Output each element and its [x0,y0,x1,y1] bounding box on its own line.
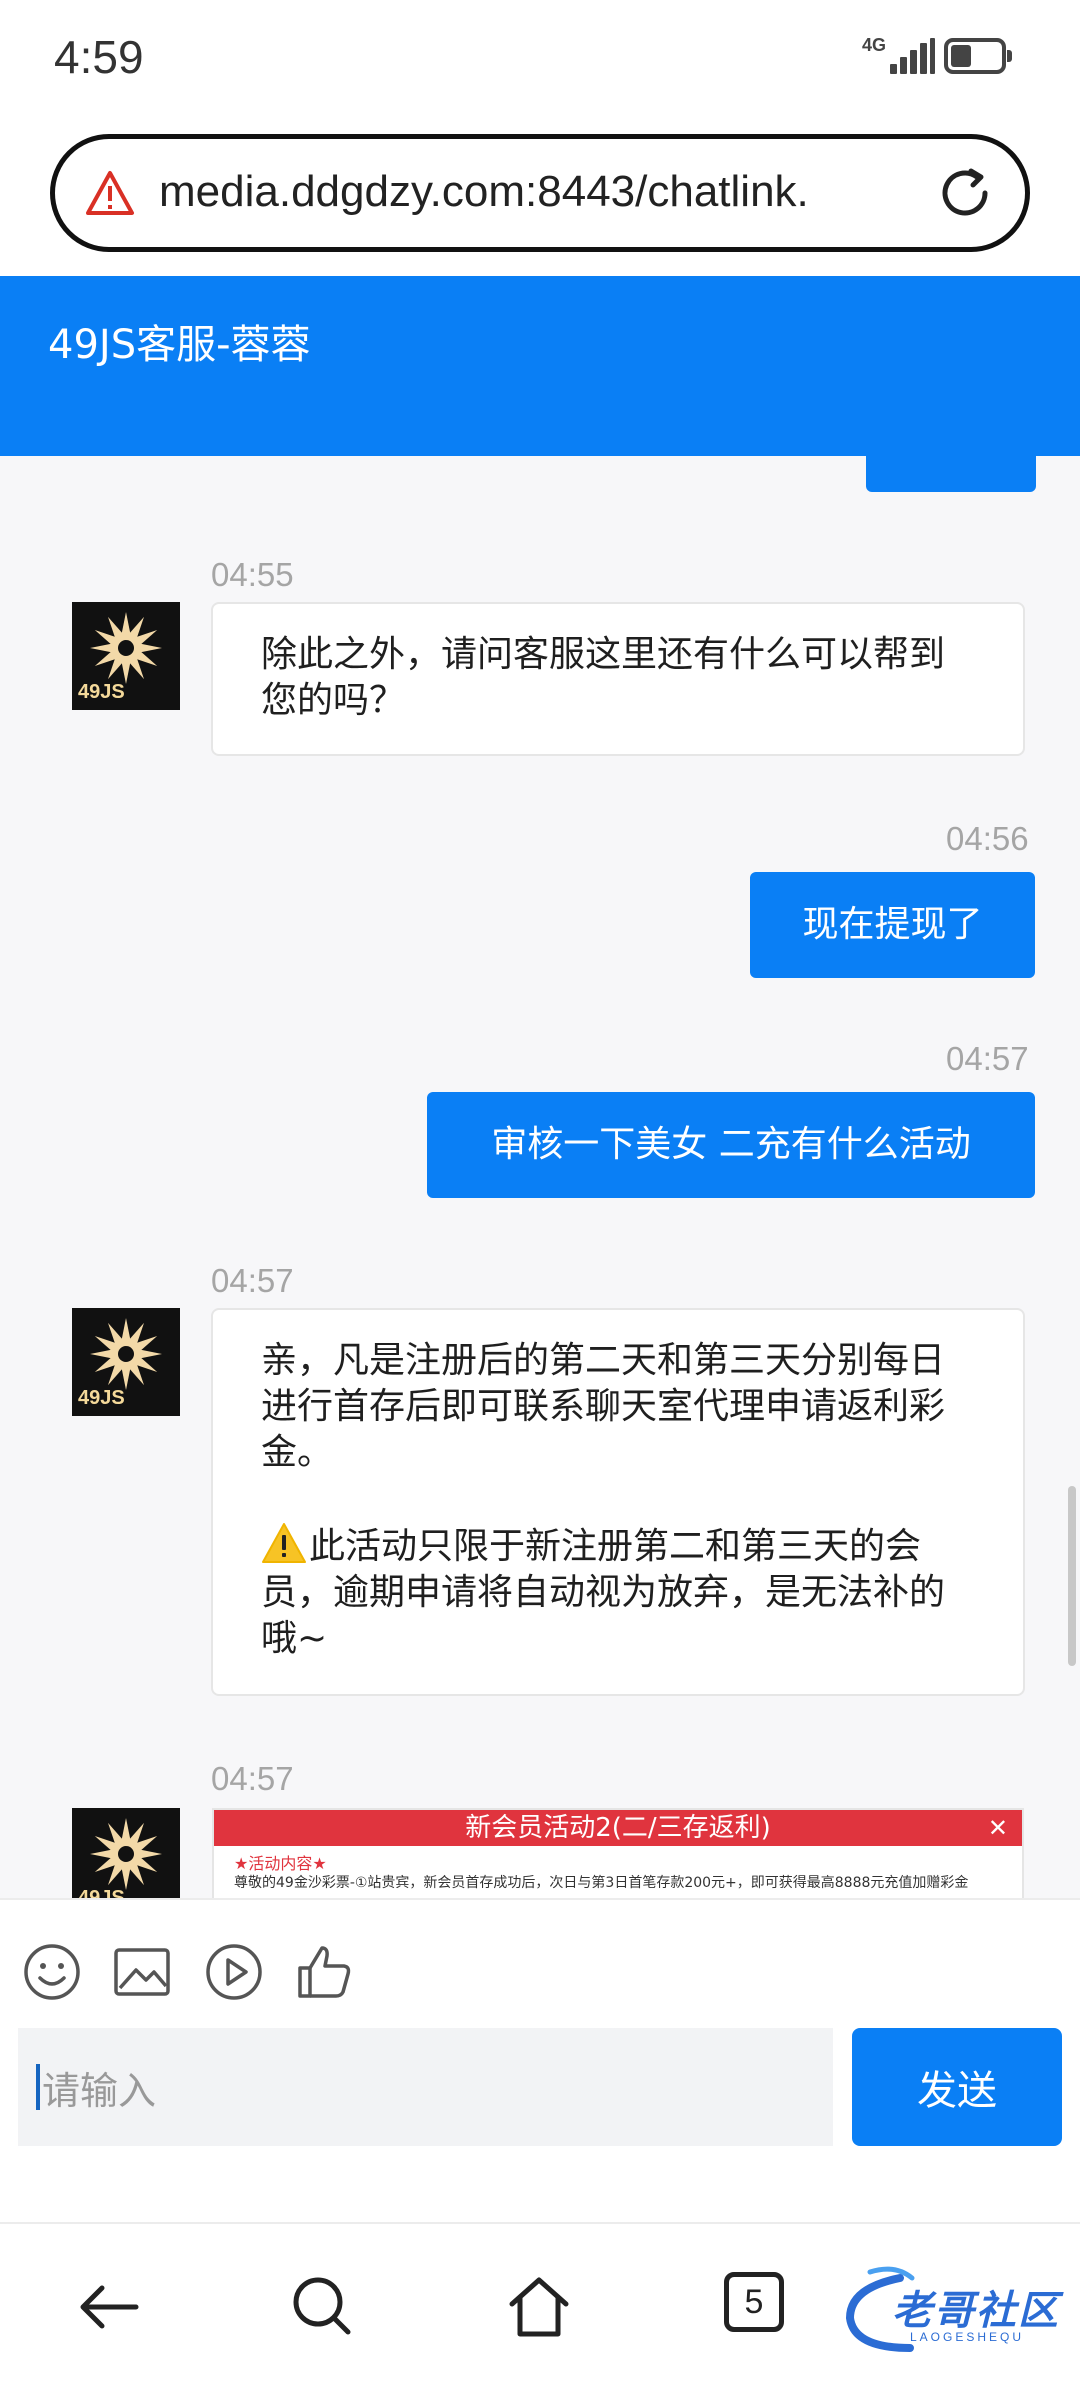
status-time: 4:59 [54,31,144,83]
watermark-subtext: LAOGESHEQU [910,2330,1025,2344]
agent-avatar[interactable]: 49JS [72,1808,180,1898]
message-bubble-outgoing-partial [866,456,1036,492]
promo-image-message[interactable]: 新会员活动2(二/三存返利) ✕ ★活动内容★ 尊敬的49金沙彩票-①站贵宾，新… [212,1808,1024,1898]
message-input-placeholder: 请输入 [42,2068,157,2113]
reload-icon[interactable] [933,161,997,225]
message-text-paragraph-warning: 此活动只限于新注册第二和第三天的会员，逾期申请将自动视为放弃，是无法补的哦~ [261,1522,977,1662]
search-icon[interactable] [290,2274,356,2340]
send-button[interactable]: 发送 [852,2028,1062,2146]
message-timestamp: 04:57 [946,1040,1029,1077]
image-icon[interactable] [112,1942,172,2002]
agent-brand-label: 49JS [78,681,125,703]
signal-icon [890,38,935,74]
address-bar[interactable]: media.ddgdzy.com:8443/chatlink. [50,134,1030,252]
battery-icon [944,38,1012,74]
message-timestamp: 04:55 [211,556,294,593]
agent-avatar[interactable]: 49JS [72,1308,180,1416]
close-icon: ✕ [987,1814,1008,1842]
back-arrow-icon[interactable] [76,2274,142,2340]
sunburst-logo-icon [90,1818,162,1890]
message-bubble-outgoing: 现在提现了 [750,872,1035,978]
emoji-icon[interactable] [22,1942,82,2002]
text-caret [36,2064,40,2110]
home-icon[interactable] [506,2274,572,2340]
watermark-logo: 老哥社区 LAOGESHEQU [840,2258,1070,2358]
promo-text-line: 尊敬的49金沙彩票-①站贵宾，新会员首存成功后，次日与第3日首笔存款200元+，… [234,1875,969,1891]
message-bubble-incoming: 亲，凡是注册后的第二天和第三天分别每日进行首存后即可联系聊天室代理申请返利彩金。… [211,1308,1025,1696]
message-text: 现在提现了 [802,904,983,945]
network-label: 4G [862,35,887,55]
not-secure-warning-icon[interactable] [85,169,135,217]
agent-brand-label: 49JS [78,1387,125,1409]
message-timestamp: 04:57 [211,1760,294,1797]
chat-message-list[interactable]: 04:55 49JS 除此之外，请问客服这里还有什么可以帮到您的吗？ 04:56… [0,456,1080,1898]
chat-title: 49JS客服-蓉蓉 [48,322,311,368]
scrollbar-thumb[interactable] [1068,1486,1076,1666]
message-timestamp: 04:57 [211,1262,294,1299]
browser-toolbar: media.ddgdzy.com:8443/chatlink. [0,118,1080,276]
message-text: 审核一下美女 二充有什么活动 [491,1124,971,1165]
promo-subheading: ★活动内容★ [234,1854,327,1873]
message-text-paragraph: 亲，凡是注册后的第二天和第三天分别每日进行首存后即可联系聊天室代理申请返利彩金。 [261,1340,946,1473]
agent-avatar[interactable]: 49JS [72,602,180,710]
message-text: 除此之外，请问客服这里还有什么可以帮到您的吗？ [261,634,946,721]
message-input[interactable]: 请输入 [18,2028,833,2146]
message-text: 此活动只限于新注册第二和第三天的会员，逾期申请将自动视为放弃，是无法补的哦~ [261,1526,946,1659]
status-bar: 4:59 4G [0,0,1080,118]
browser-nav-bar: 5 老哥社区 LAOGESHEQU [0,2222,1080,2388]
message-bubble-outgoing: 审核一下美女 二充有什么活动 [427,1092,1035,1198]
composer-panel: 请输入 发送 [0,1898,1080,2222]
promo-banner-title: 新会员活动2(二/三存返利) [214,1810,1022,1846]
message-bubble-incoming: 除此之外，请问客服这里还有什么可以帮到您的吗？ [211,602,1025,756]
tabs-button[interactable]: 5 [724,2272,784,2332]
url-text[interactable]: media.ddgdzy.com:8443/chatlink. [159,167,929,217]
message-timestamp: 04:56 [946,820,1029,857]
video-icon[interactable] [204,1942,264,2002]
warning-icon [262,1523,306,1563]
thumbs-up-icon[interactable] [294,1942,354,2002]
chat-header: 49JS客服-蓉蓉 [0,276,1080,456]
agent-brand-label: 49JS [78,1887,125,1898]
watermark-text: 老哥社区 [892,2288,1060,2334]
